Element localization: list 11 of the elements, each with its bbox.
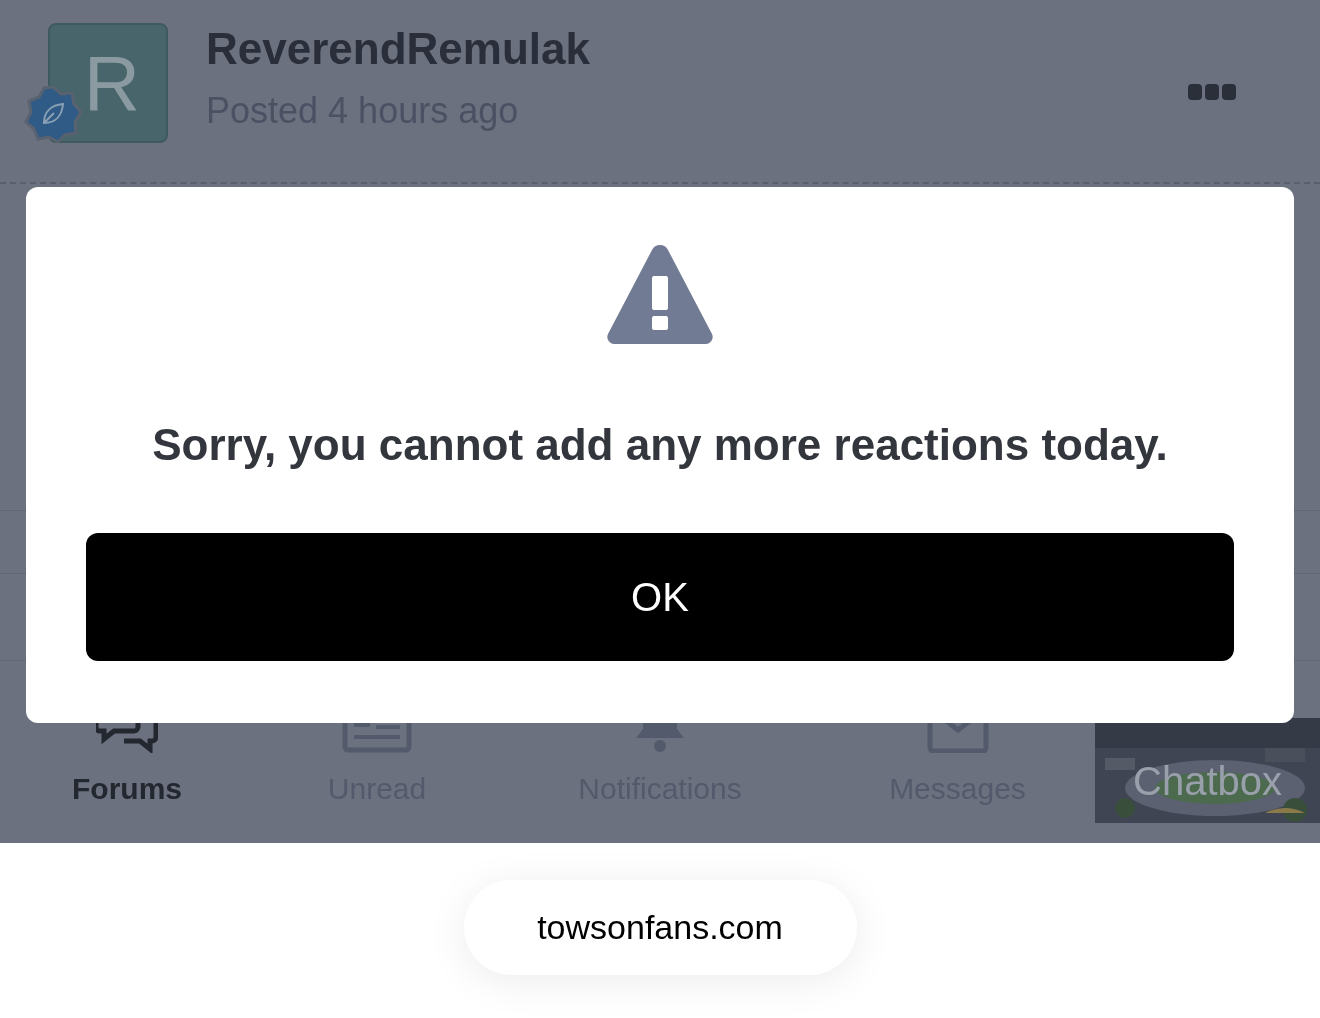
author-name[interactable]: ReverendRemulak: [206, 23, 590, 75]
warning-icon: [606, 244, 714, 345]
ok-button[interactable]: OK: [86, 533, 1234, 661]
envelope-icon: [926, 723, 989, 753]
dialog-message: Sorry, you cannot add any more reactions today.: [152, 419, 1168, 471]
newspaper-icon: [342, 723, 412, 753]
leaf-badge-icon: [24, 85, 82, 143]
chat-bubbles-icon: [96, 723, 158, 753]
address-bar[interactable]: towsonfans.com: [463, 880, 857, 975]
tab-bar-item[interactable]: Forums: [72, 771, 182, 807]
more-options-icon[interactable]: [1188, 84, 1236, 100]
